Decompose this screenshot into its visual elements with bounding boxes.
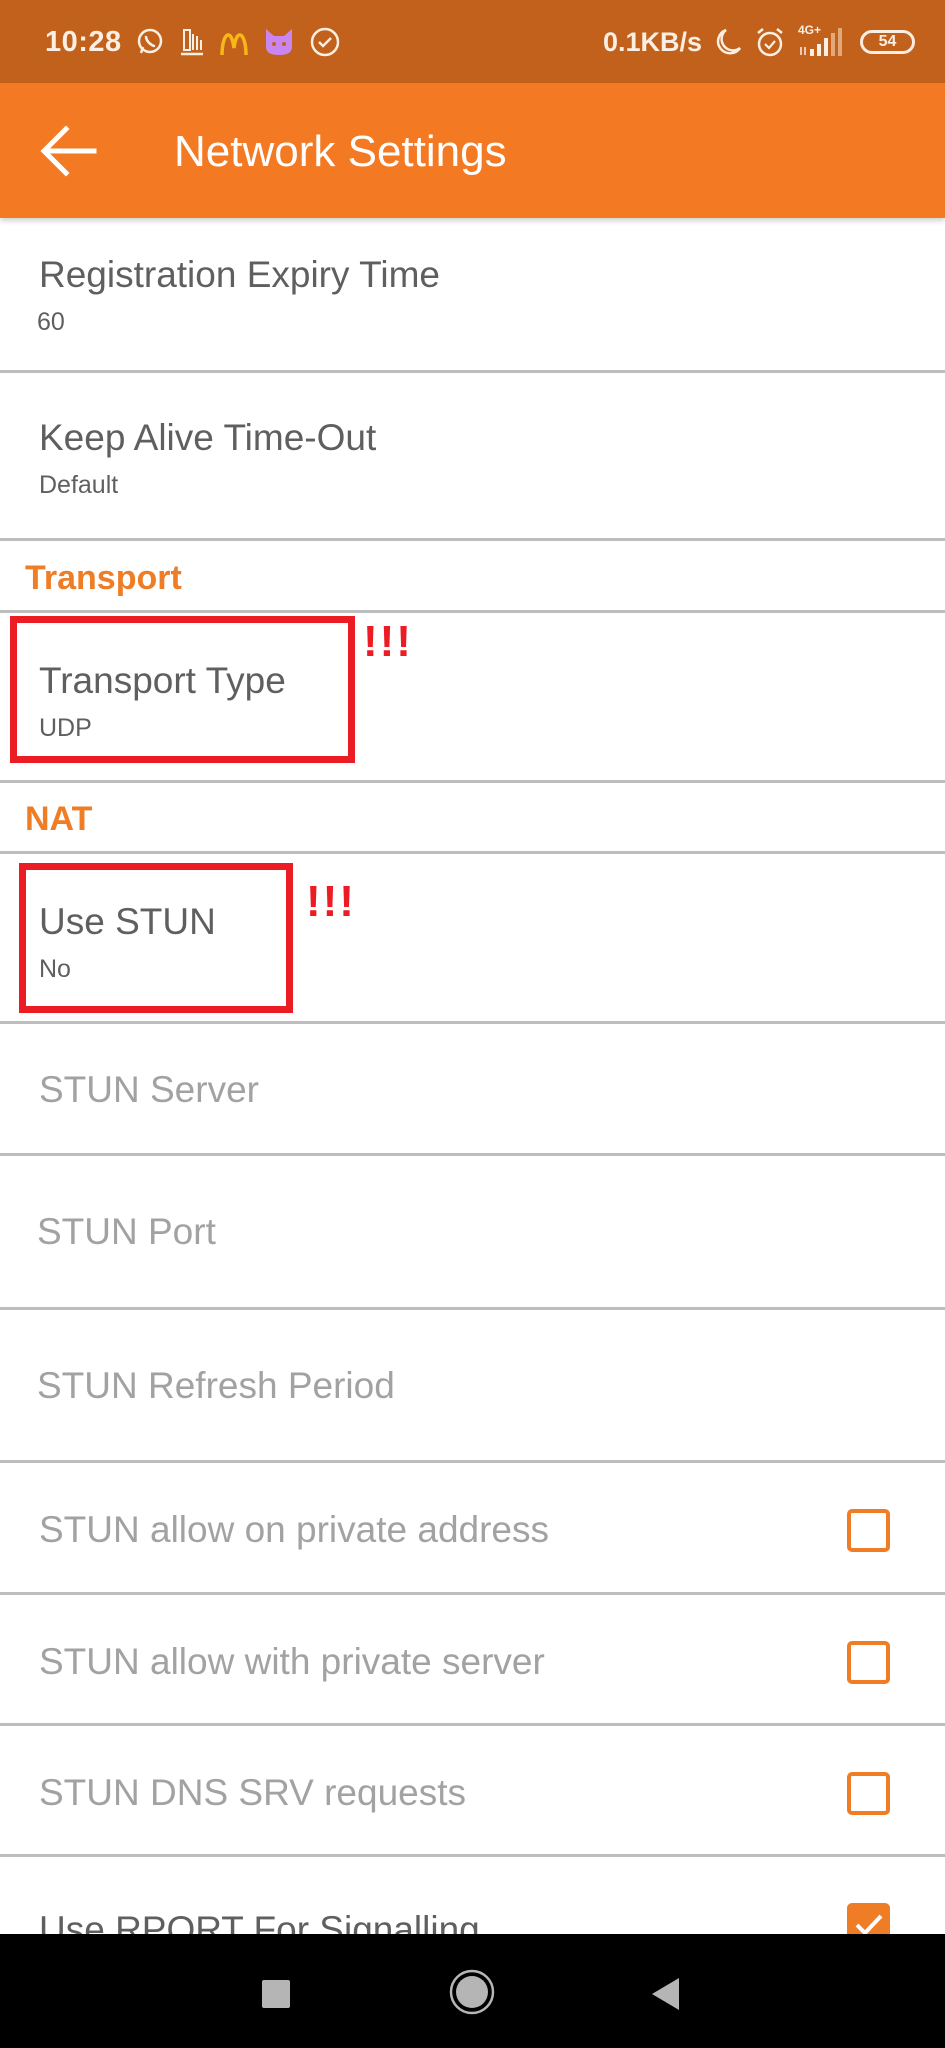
highlight-box-transport-type xyxy=(10,616,355,763)
pref-stun-allow-private-address: STUN allow on private address xyxy=(0,1463,945,1595)
arrow-left-icon xyxy=(40,125,97,177)
pref-title: STUN Server xyxy=(39,1069,259,1110)
pref-stun-allow-private-server: STUN allow with private server xyxy=(0,1595,945,1726)
signal-4g-plus-icon: 4G+ xyxy=(798,23,848,59)
pref-stun-port: STUN Port xyxy=(0,1156,945,1310)
whatsapp-icon xyxy=(137,28,163,54)
status-bar: 10:28 0.1KB/s 4G+ 54 xyxy=(0,0,945,83)
pref-summary: Default xyxy=(39,471,119,499)
triangle-back-icon xyxy=(652,1978,679,2010)
status-time: 10:28 xyxy=(45,26,122,58)
cat-app-icon xyxy=(266,29,292,55)
pref-stun-dns-srv: STUN DNS SRV requests xyxy=(0,1726,945,1857)
category-nat: NAT xyxy=(0,783,945,854)
preference-list: Registration Expiry Time 60 Keep Alive T… xyxy=(0,218,945,1989)
annotation-mark-transport: !!! xyxy=(363,617,413,666)
checkbox xyxy=(847,1509,890,1552)
category-title: Transport xyxy=(25,559,182,597)
checkbox xyxy=(847,1641,890,1684)
network-speed: 0.1KB/s xyxy=(602,26,702,57)
highlight-box-use-stun xyxy=(19,863,293,1013)
pref-title: STUN allow on private address xyxy=(39,1509,549,1550)
category-title: NAT xyxy=(25,800,93,838)
app-toolbar: Network Settings xyxy=(0,83,945,218)
pref-stun-server: STUN Server xyxy=(0,1024,945,1156)
pref-title: STUN DNS SRV requests xyxy=(39,1772,466,1813)
check-circle-icon xyxy=(310,27,340,57)
system-icons: 0.1KB/s 4G+ 54 xyxy=(602,23,915,60)
annotation-mark-stun: !!! xyxy=(306,877,356,926)
mcdonalds-icon xyxy=(220,33,248,56)
pref-title: STUN Refresh Period xyxy=(37,1365,395,1406)
battery-indicator: 54 xyxy=(860,30,915,54)
category-transport: Transport xyxy=(0,541,945,613)
pref-stun-refresh: STUN Refresh Period xyxy=(0,1310,945,1463)
pref-keep-alive[interactable]: Keep Alive Time-Out Default xyxy=(0,373,945,541)
back-button[interactable] xyxy=(36,119,100,183)
pref-registration-expiry[interactable]: Registration Expiry Time 60 xyxy=(0,218,945,373)
checkbox xyxy=(847,1772,890,1815)
page-title: Network Settings xyxy=(174,127,507,176)
alarm-icon xyxy=(757,28,783,57)
pref-summary: 60 xyxy=(37,308,65,336)
home-circle-icon xyxy=(449,1969,495,2015)
notification-icons xyxy=(135,24,341,60)
pref-title: STUN Port xyxy=(37,1211,216,1252)
recents-button[interactable] xyxy=(262,1980,290,2008)
pref-title: STUN allow with private server xyxy=(39,1641,545,1682)
app-notification-icon xyxy=(181,29,203,56)
nav-back-button[interactable] xyxy=(650,1977,682,2011)
pref-title: Keep Alive Time-Out xyxy=(39,417,377,458)
battery-level: 54 xyxy=(878,33,897,50)
pref-title: Registration Expiry Time xyxy=(39,254,440,295)
home-button[interactable] xyxy=(449,1969,495,2015)
do-not-disturb-moon-icon xyxy=(716,28,742,55)
